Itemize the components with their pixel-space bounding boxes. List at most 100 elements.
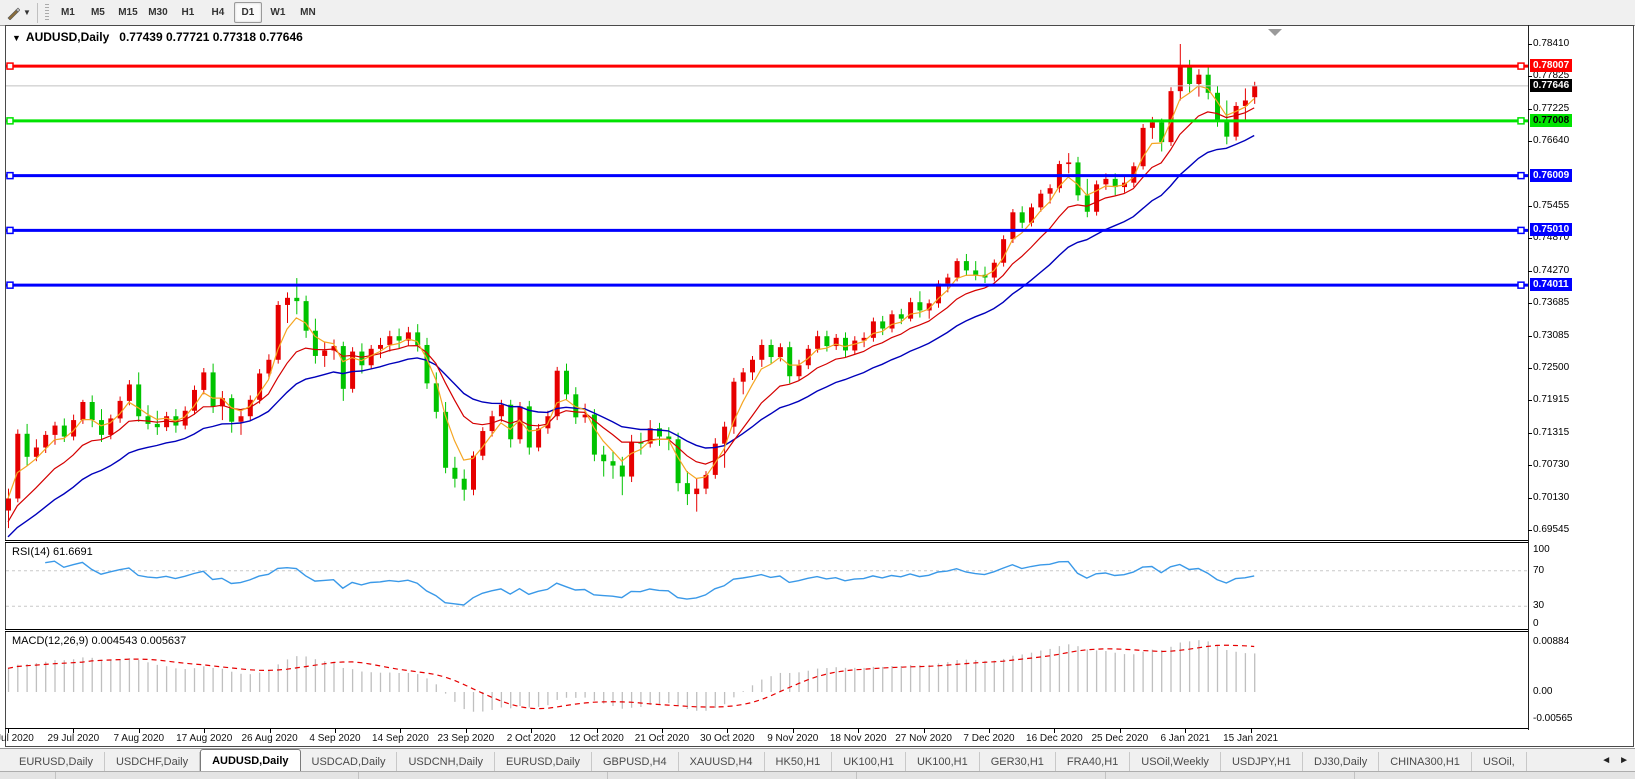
- candle-body: [797, 365, 802, 376]
- price-tick-label: 0.70730: [1533, 459, 1569, 470]
- candle-body: [843, 338, 848, 351]
- candle-body: [211, 372, 216, 406]
- candle-body: [1150, 122, 1155, 127]
- price-tick-mark: [1528, 206, 1532, 207]
- rsi-axis-label: 30: [1533, 600, 1544, 611]
- price-tick-label: 0.74270: [1533, 265, 1569, 276]
- candle-body: [964, 261, 969, 270]
- macd-bottom-border: [5, 728, 1529, 729]
- candle-body: [750, 360, 755, 373]
- candle-body: [155, 424, 160, 427]
- hline-anchor[interactable]: [7, 173, 13, 179]
- candle-body: [15, 434, 20, 499]
- candle-body: [90, 402, 95, 420]
- chart-title: ▼AUDUSD,Daily0.77439 0.77721 0.77318 0.7…: [12, 30, 303, 44]
- candle-body: [276, 305, 281, 360]
- price-tick-mark: [1528, 465, 1532, 466]
- price-line-label: 0.75010: [1530, 223, 1572, 236]
- candle-body: [1215, 93, 1220, 120]
- hline-anchor[interactable]: [7, 63, 13, 69]
- candle-body: [917, 302, 922, 310]
- price-line-label: 0.78007: [1530, 59, 1572, 72]
- candle-body: [146, 416, 151, 424]
- price-line-label: 0.74011: [1530, 278, 1572, 291]
- candle-body: [1066, 162, 1071, 164]
- candle-body: [378, 345, 383, 349]
- price-tick-mark: [1528, 336, 1532, 337]
- hline-anchor[interactable]: [7, 227, 13, 233]
- candle-body: [564, 371, 569, 395]
- candle-body: [1196, 75, 1201, 84]
- candle-body: [1103, 179, 1108, 184]
- rsi-macd-separator[interactable]: [5, 629, 1529, 632]
- candle-body: [1178, 65, 1183, 91]
- candle-body: [741, 372, 746, 381]
- price-line-label: 0.76009: [1530, 169, 1572, 182]
- candle-body: [778, 347, 783, 357]
- hline-anchor[interactable]: [7, 118, 13, 124]
- candle-body: [136, 384, 141, 416]
- price-tick-mark: [1528, 433, 1532, 434]
- candle-body: [201, 372, 206, 390]
- price-tick-mark: [1528, 44, 1532, 45]
- candle-body: [973, 270, 978, 274]
- chart-plot-surface[interactable]: [0, 0, 1635, 779]
- candle-body: [527, 406, 532, 447]
- chart-symbol-label: AUDUSD,Daily: [26, 30, 109, 44]
- candle-body: [462, 479, 467, 490]
- chart-shift-marker-icon[interactable]: [1268, 29, 1282, 36]
- candle-body: [769, 345, 774, 357]
- candle-body: [341, 346, 346, 389]
- price-line-label: 0.77646: [1530, 79, 1572, 92]
- candle-body: [127, 384, 132, 400]
- candle-body: [6, 498, 11, 510]
- candle-body: [480, 431, 485, 456]
- candle-body: [1085, 195, 1090, 211]
- price-tick-mark: [1528, 530, 1532, 531]
- hline-anchor[interactable]: [7, 282, 13, 288]
- hline-anchor[interactable]: [1518, 118, 1524, 124]
- candle-body: [824, 336, 829, 346]
- price-tick-mark: [1528, 498, 1532, 499]
- candle-body: [1076, 162, 1081, 195]
- candle-body: [25, 434, 30, 457]
- rsi-axis-label: 100: [1533, 544, 1550, 555]
- price-tick-label: 0.71315: [1533, 427, 1569, 438]
- candle-body: [685, 483, 690, 494]
- hline-anchor[interactable]: [1518, 282, 1524, 288]
- candle-body: [945, 278, 950, 284]
- candle-body: [285, 298, 290, 305]
- candle-body: [908, 302, 913, 318]
- price-axis-border: [1528, 25, 1529, 730]
- candle-body: [1048, 188, 1053, 193]
- candle-body: [62, 426, 67, 437]
- hline-anchor[interactable]: [1518, 63, 1524, 69]
- candle-body: [899, 314, 904, 318]
- macd-layer: [8, 640, 1255, 712]
- hline-anchor[interactable]: [1518, 173, 1524, 179]
- price-tick-label: 0.70130: [1533, 492, 1569, 503]
- macd-axis-label: -0.00565: [1533, 713, 1572, 724]
- price-tick-label: 0.75455: [1533, 200, 1569, 211]
- candle-body: [611, 461, 616, 465]
- hline-anchor[interactable]: [1518, 227, 1524, 233]
- candle-body: [229, 398, 234, 422]
- price-line-label: 0.77008: [1530, 114, 1572, 127]
- candle-body: [1010, 212, 1015, 239]
- price-tick-label: 0.76640: [1533, 135, 1569, 146]
- candle-body: [397, 336, 402, 340]
- price-tick-mark: [1528, 400, 1532, 401]
- price-tick-label: 0.71915: [1533, 394, 1569, 405]
- candle-body: [53, 426, 58, 435]
- candle-body: [1252, 86, 1257, 97]
- candle-body: [1094, 184, 1099, 211]
- candle-body: [1187, 65, 1192, 84]
- rsi-axis-label: 0: [1533, 618, 1539, 629]
- main-rsi-separator[interactable]: [5, 540, 1529, 543]
- candle-body: [620, 466, 625, 477]
- price-tick-mark: [1528, 76, 1532, 77]
- price-tick-mark: [1528, 271, 1532, 272]
- oneclick-collapse-icon[interactable]: ▼: [12, 33, 21, 43]
- candle-body: [80, 402, 85, 420]
- price-tick-label: 0.73085: [1533, 330, 1569, 341]
